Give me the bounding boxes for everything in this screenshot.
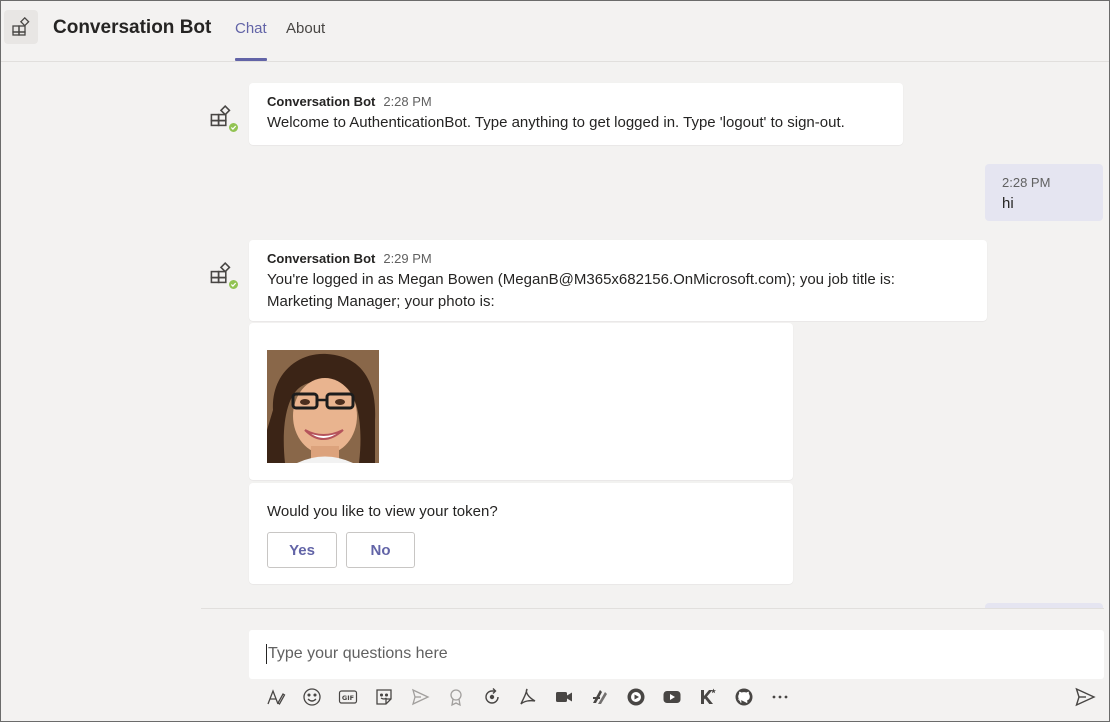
message-timestamp: 2:28 PM <box>1002 175 1051 190</box>
message-timestamp: 2:28 PM <box>383 94 432 109</box>
format-icon[interactable] <box>264 685 288 709</box>
compose-divider <box>201 608 1104 609</box>
compose-box[interactable]: Type your questions here <box>249 630 1104 679</box>
stream-icon[interactable] <box>624 685 648 709</box>
token-prompt-card: Would you like to view your token? Yes N… <box>249 483 793 584</box>
card-question: Would you like to view your token? <box>267 503 498 520</box>
bot-app-icon <box>4 10 38 44</box>
message-text-line-2: Marketing Manager; your photo is: <box>267 293 495 310</box>
emoji-icon[interactable] <box>300 685 324 709</box>
yes-button[interactable]: Yes <box>267 532 337 568</box>
message-text-line-1: You're logged in as Megan Bowen (MeganB@… <box>267 271 895 288</box>
tab-chat[interactable]: Chat <box>235 20 267 37</box>
svg-text:GIF: GIF <box>342 694 354 702</box>
loop-icon[interactable] <box>480 685 504 709</box>
video-icon[interactable] <box>552 685 576 709</box>
my-message-peek <box>985 603 1103 608</box>
youtube-icon[interactable] <box>660 685 684 709</box>
message-timestamp: 2:29 PM <box>383 251 432 266</box>
my-message-hi: 2:28 PM hi <box>985 164 1103 221</box>
gif-icon[interactable]: GIF <box>336 685 360 709</box>
message-meta: Conversation Bot 2:29 PM <box>267 251 432 266</box>
presence-available-icon <box>228 279 239 290</box>
sender-name: Conversation Bot <box>267 251 376 266</box>
sticker-icon[interactable] <box>372 685 396 709</box>
message-text: Welcome to AuthenticationBot. Type anyth… <box>267 114 845 131</box>
bot-avatar[interactable] <box>207 101 239 133</box>
message-input[interactable]: Type your questions here <box>266 644 448 664</box>
active-tab-indicator <box>235 58 267 61</box>
message-meta: Conversation Bot 2:28 PM <box>267 94 432 109</box>
kudos-icon[interactable] <box>696 685 720 709</box>
sender-name: Conversation Bot <box>267 94 376 109</box>
app-title: Conversation Bot <box>53 17 212 38</box>
praise-icon[interactable] <box>444 685 468 709</box>
profile-photo <box>267 350 379 463</box>
bot-avatar[interactable] <box>207 258 239 290</box>
no-button[interactable]: No <box>346 532 415 568</box>
bot-message-welcome: Conversation Bot 2:28 PM Welcome to Authe… <box>249 83 903 145</box>
more-options-icon[interactable] <box>768 685 792 709</box>
tab-about[interactable]: About <box>286 20 325 37</box>
pdf-icon[interactable] <box>516 685 540 709</box>
github-icon[interactable] <box>732 685 756 709</box>
bot-message-logged-in: Conversation Bot 2:29 PM You're logged in… <box>249 240 987 321</box>
presence-available-icon <box>228 122 239 133</box>
app-header: Conversation Bot Chat About <box>1 1 1109 62</box>
send-icon[interactable] <box>1073 685 1097 709</box>
planner-icon[interactable] <box>588 685 612 709</box>
message-text: hi <box>1002 195 1014 212</box>
meet-now-icon[interactable] <box>408 685 432 709</box>
teams-window: Conversation Bot Chat About Conversation… <box>0 0 1110 722</box>
profile-photo-card <box>249 323 793 480</box>
